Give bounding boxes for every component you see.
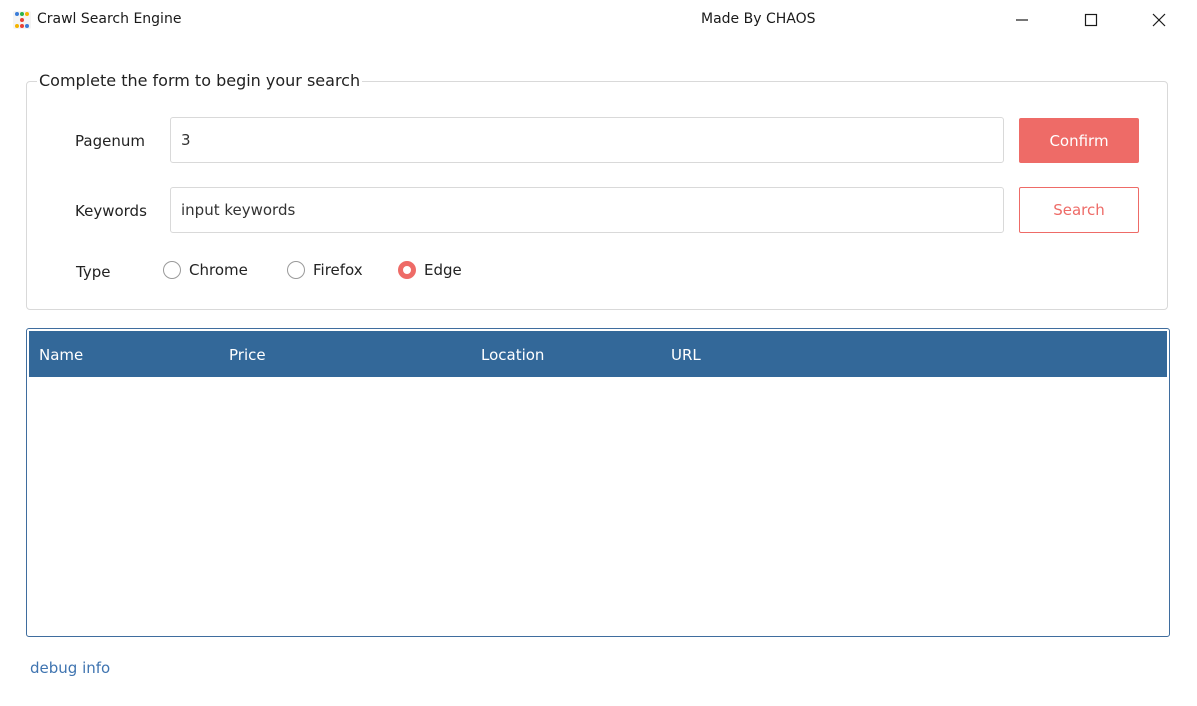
radio-edge[interactable]: Edge xyxy=(398,261,462,279)
column-header-price[interactable]: Price xyxy=(229,346,266,364)
title-bar[interactable]: Crawl Search Engine Made By CHAOS xyxy=(0,0,1197,40)
keywords-input[interactable]: input keywords xyxy=(170,187,1004,233)
column-header-location[interactable]: Location xyxy=(481,346,544,364)
search-button[interactable]: Search xyxy=(1019,187,1139,233)
maximize-icon xyxy=(1084,13,1098,27)
close-button[interactable] xyxy=(1134,0,1184,40)
app-logo-icon xyxy=(13,11,31,29)
close-icon xyxy=(1152,13,1166,27)
radio-chrome[interactable]: Chrome xyxy=(163,261,248,279)
radio-unchecked-icon xyxy=(287,261,305,279)
radio-edge-label: Edge xyxy=(424,261,462,279)
pagenum-value: 3 xyxy=(181,131,191,149)
window-subtitle: Made By CHAOS xyxy=(701,11,816,27)
main-window: Crawl Search Engine Made By CHAOS Comple… xyxy=(0,0,1197,706)
type-label: Type xyxy=(76,263,111,281)
form-legend: Complete the form to begin your search xyxy=(37,71,363,90)
minimize-button[interactable] xyxy=(997,0,1047,40)
results-table[interactable]: Name Price Location URL xyxy=(26,328,1170,637)
radio-unchecked-icon xyxy=(163,261,181,279)
column-header-url[interactable]: URL xyxy=(671,346,701,364)
pagenum-label: Pagenum xyxy=(75,132,145,150)
keywords-label: Keywords xyxy=(75,202,147,220)
keywords-placeholder: input keywords xyxy=(181,201,296,219)
window-title: Crawl Search Engine xyxy=(37,11,182,27)
radio-chrome-label: Chrome xyxy=(189,261,248,279)
radio-firefox-label: Firefox xyxy=(313,261,363,279)
debug-info-link[interactable]: debug info xyxy=(30,659,110,677)
radio-checked-icon xyxy=(398,261,416,279)
confirm-button[interactable]: Confirm xyxy=(1019,118,1139,163)
minimize-icon xyxy=(1016,19,1028,21)
maximize-button[interactable] xyxy=(1066,0,1116,40)
column-header-name[interactable]: Name xyxy=(39,346,83,364)
radio-firefox[interactable]: Firefox xyxy=(287,261,363,279)
pagenum-input[interactable]: 3 xyxy=(170,117,1004,163)
table-header: Name Price Location URL xyxy=(29,331,1167,377)
